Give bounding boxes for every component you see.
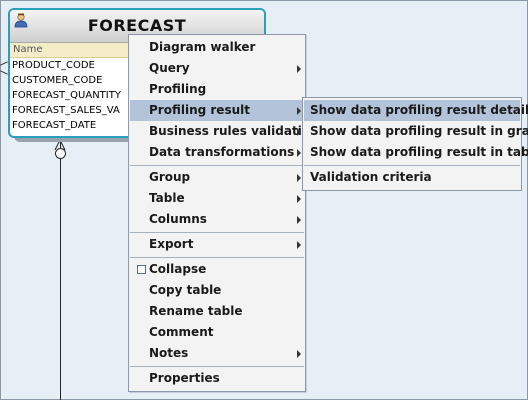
menu-item-table[interactable]: Table xyxy=(130,188,304,209)
menu-separator xyxy=(304,165,520,166)
menu-item-label: Data transformations xyxy=(149,145,295,159)
menu-item-label: Query xyxy=(149,61,190,75)
submenu-arrow-icon xyxy=(297,149,301,157)
submenu-item-label: Show data profiling result in table xyxy=(310,145,528,159)
submenu-arrow-icon xyxy=(297,216,301,224)
menu-item-profiling[interactable]: Profiling xyxy=(130,79,304,100)
menu-item-label: Properties xyxy=(149,371,220,385)
menu-item-label: Profiling xyxy=(149,82,207,96)
submenu-item-show-details[interactable]: Show data profiling result details xyxy=(304,100,528,121)
relationship-line xyxy=(60,130,61,400)
submenu-item-label: Validation criteria xyxy=(310,170,432,184)
menu-item-collapse[interactable]: Collapse xyxy=(130,259,304,280)
submenu-arrow-icon xyxy=(297,350,301,358)
menu-separator xyxy=(130,366,304,367)
menu-item-label: Group xyxy=(149,170,191,184)
menu-item-label: Table xyxy=(149,191,185,205)
entity-title: FORECAST xyxy=(87,16,187,35)
submenu-item-label: Show data profiling result in graph xyxy=(310,124,528,138)
context-menu: Diagram walker Query Profiling Profiling… xyxy=(128,34,319,392)
menu-item-label: Columns xyxy=(149,212,207,226)
menu-item-profiling-result[interactable]: Profiling result xyxy=(130,100,304,121)
submenu-profiling-result: Show data profiling result details Show … xyxy=(302,97,528,191)
menu-item-query[interactable]: Query xyxy=(130,58,304,79)
menu-separator xyxy=(130,165,304,166)
submenu-arrow-icon xyxy=(297,174,301,182)
menu-item-business-rules-validation[interactable]: Business rules validation xyxy=(130,121,319,142)
submenu-arrow-icon xyxy=(297,107,301,115)
menu-item-export[interactable]: Export xyxy=(130,234,304,255)
menu-item-data-transformations[interactable]: Data transformations xyxy=(130,142,304,163)
menu-item-notes[interactable]: Notes xyxy=(130,343,304,364)
menu-item-group[interactable]: Group xyxy=(130,167,304,188)
menu-item-label: Rename table xyxy=(149,304,243,318)
checkbox-icon xyxy=(137,265,146,274)
menu-separator xyxy=(130,257,304,258)
connector-circle xyxy=(55,148,66,159)
menu-item-comment[interactable]: Comment xyxy=(130,322,304,343)
menu-item-label: Export xyxy=(149,237,194,251)
menu-item-label: Notes xyxy=(149,346,189,360)
menu-item-copy-table[interactable]: Copy table xyxy=(130,280,304,301)
menu-item-columns[interactable]: Columns xyxy=(130,209,304,230)
menu-separator xyxy=(130,232,304,233)
menu-item-label: Copy table xyxy=(149,283,222,297)
menu-item-label: Business rules validation xyxy=(149,124,319,138)
submenu-item-show-graph[interactable]: Show data profiling result in graph xyxy=(304,121,528,142)
submenu-item-show-table[interactable]: Show data profiling result in table xyxy=(304,142,528,163)
menu-item-label: Comment xyxy=(149,325,214,339)
menu-item-label: Diagram walker xyxy=(149,40,256,54)
menu-item-label: Collapse xyxy=(149,262,207,276)
submenu-arrow-icon xyxy=(297,195,301,203)
submenu-arrow-icon xyxy=(297,128,301,136)
menu-item-properties[interactable]: Properties xyxy=(130,368,304,389)
menu-item-diagram-walker[interactable]: Diagram walker xyxy=(130,37,304,58)
menu-item-rename-table[interactable]: Rename table xyxy=(130,301,304,322)
submenu-item-label: Show data profiling result details xyxy=(310,103,528,117)
submenu-arrow-icon xyxy=(297,241,301,249)
submenu-arrow-icon xyxy=(297,65,301,73)
submenu-item-validation-criteria[interactable]: Validation criteria xyxy=(304,167,520,188)
menu-item-label: Profiling result xyxy=(149,103,250,117)
